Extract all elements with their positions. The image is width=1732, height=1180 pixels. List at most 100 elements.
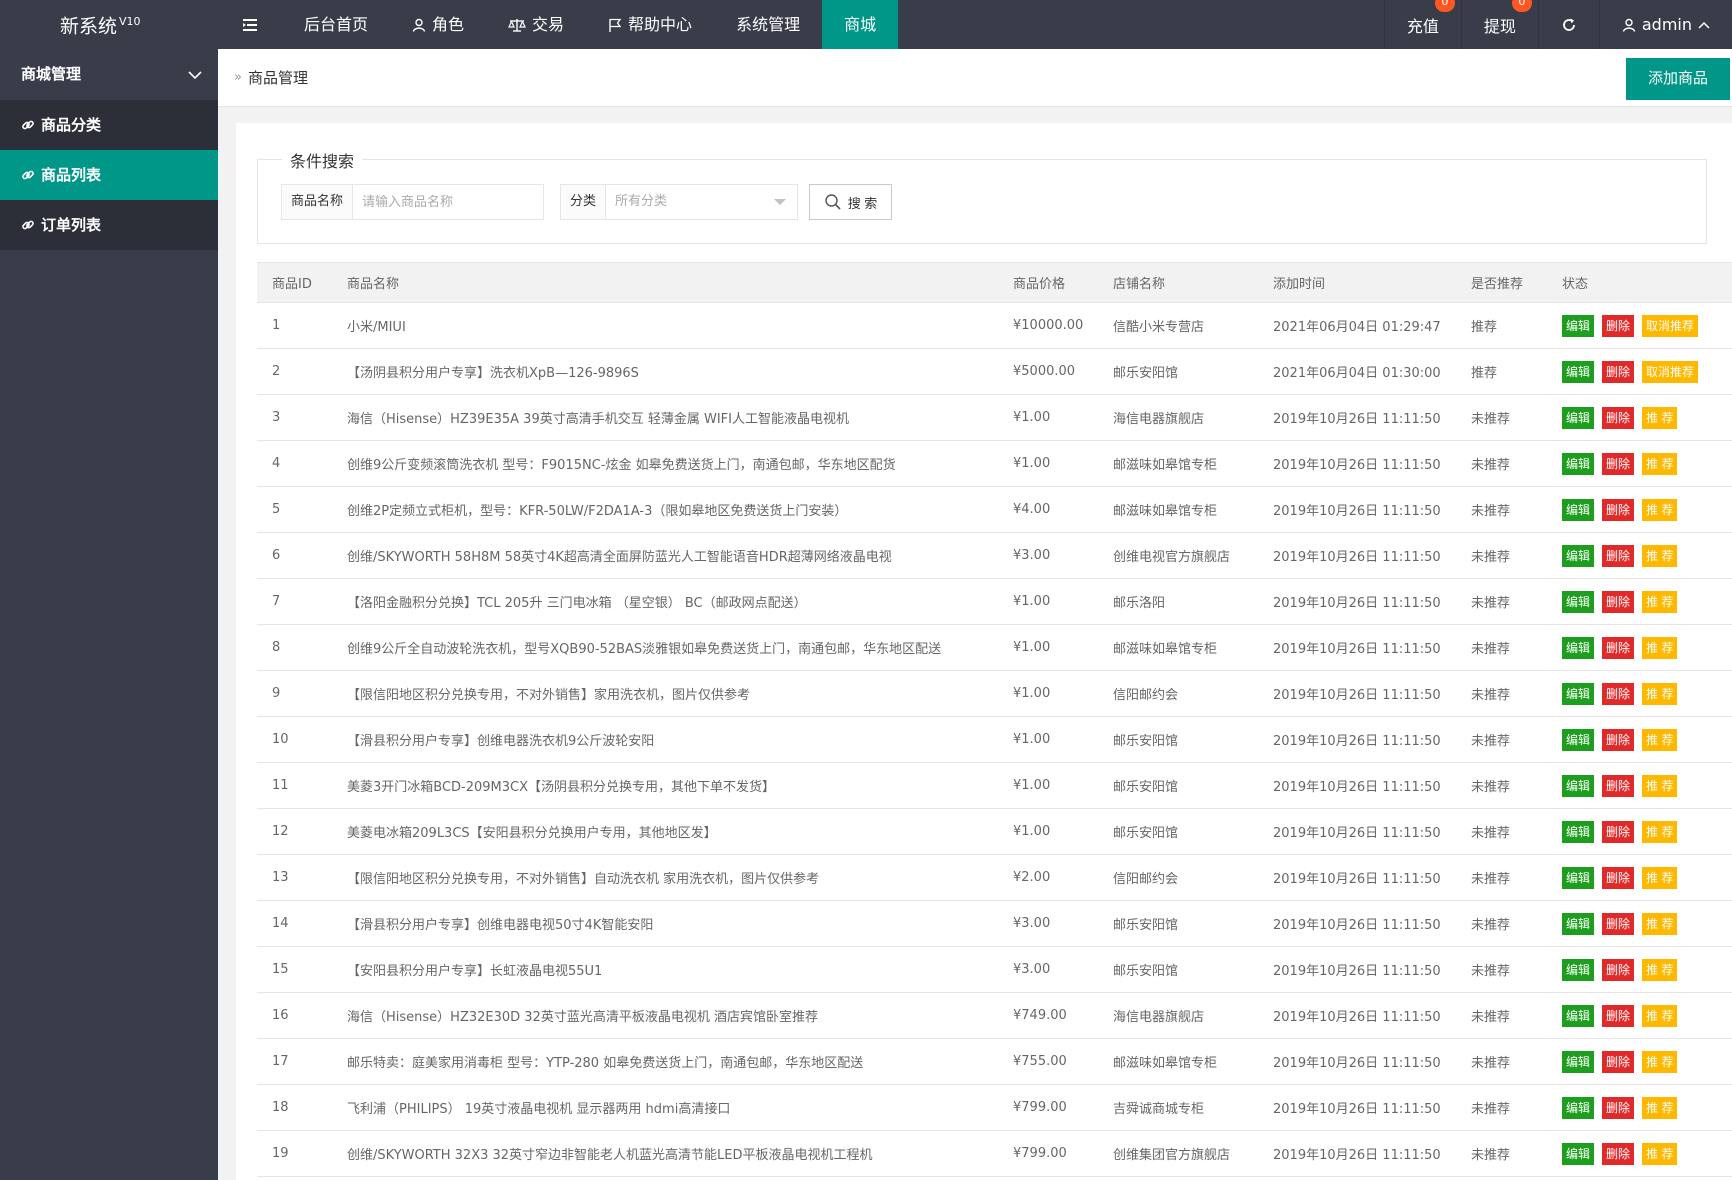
cell-id: 16: [257, 992, 332, 1039]
cell-actions: 编辑 删除推 荐: [1547, 440, 1732, 487]
caret-down-icon: [774, 199, 787, 205]
nav-home[interactable]: 后台首页: [282, 0, 390, 49]
edit-button[interactable]: 编辑: [1562, 958, 1595, 981]
edit-button[interactable]: 编辑: [1562, 1004, 1595, 1027]
edit-button[interactable]: 编辑: [1562, 1096, 1595, 1119]
edit-button[interactable]: 编辑: [1562, 636, 1595, 659]
cell-name: 【限信阳地区积分兑换专用，不对外销售】自动洗衣机 家用洗衣机，图片仅供参考: [332, 854, 998, 901]
refresh-icon[interactable]: [1537, 0, 1599, 49]
edit-button[interactable]: 编辑: [1562, 728, 1595, 751]
product-name-input[interactable]: [353, 185, 543, 219]
nav-system[interactable]: 系统管理: [714, 0, 822, 49]
delete-button[interactable]: 删除: [1602, 590, 1635, 613]
recharge-button[interactable]: 充值 0: [1383, 0, 1461, 49]
unrecommend-button[interactable]: 取消推荐: [1642, 314, 1699, 337]
delete-button[interactable]: 删除: [1602, 1142, 1635, 1165]
sidebar-group-mall[interactable]: 商城管理: [0, 49, 218, 100]
table-row: 5 创维2P定频立式柜机，型号：KFR-50LW/F2DA1A-3（限如皋地区免费…: [257, 486, 1732, 533]
edit-button[interactable]: 编辑: [1562, 452, 1595, 475]
recommend-button[interactable]: 推 荐: [1642, 590, 1678, 613]
sidebar-item-orders[interactable]: 订单列表: [0, 200, 218, 250]
edit-button[interactable]: 编辑: [1562, 912, 1595, 935]
nav-role[interactable]: 角色: [390, 0, 486, 49]
cell-id: 9: [257, 670, 332, 717]
category-select[interactable]: 所有分类: [606, 185, 796, 219]
user-name: admin: [1641, 15, 1692, 34]
delete-button[interactable]: 删除: [1602, 406, 1635, 429]
delete-button[interactable]: 删除: [1602, 1050, 1635, 1073]
delete-button[interactable]: 删除: [1602, 912, 1635, 935]
main-panel: 条件搜索 商品名称 分类 所有分类 搜 索 商品ID 商品名称 商品价格 店铺: [236, 123, 1732, 1180]
cell-time: 2019年10月26日 11:11:50: [1258, 1130, 1456, 1177]
recommend-button[interactable]: 推 荐: [1642, 636, 1678, 659]
sidebar-item-category[interactable]: 商品分类: [0, 100, 218, 150]
delete-button[interactable]: 删除: [1602, 774, 1635, 797]
recommend-button[interactable]: 推 荐: [1642, 866, 1678, 889]
edit-button[interactable]: 编辑: [1562, 774, 1595, 797]
delete-button[interactable]: 删除: [1602, 1004, 1635, 1027]
cell-shop: 邮乐安阳馆: [1098, 900, 1258, 947]
delete-button[interactable]: 删除: [1602, 958, 1635, 981]
add-product-button[interactable]: 添加商品: [1626, 58, 1730, 100]
recommend-button[interactable]: 推 荐: [1642, 452, 1678, 475]
nav-help[interactable]: 帮助中心: [586, 0, 714, 49]
edit-button[interactable]: 编辑: [1562, 1142, 1595, 1165]
user-menu[interactable]: admin: [1598, 0, 1732, 49]
delete-button[interactable]: 删除: [1602, 728, 1635, 751]
recommend-button[interactable]: 推 荐: [1642, 682, 1678, 705]
delete-button[interactable]: 删除: [1602, 636, 1635, 659]
cell-shop: 海信电器旗舰店: [1098, 992, 1258, 1039]
delete-button[interactable]: 删除: [1602, 544, 1635, 567]
delete-button[interactable]: 删除: [1602, 820, 1635, 843]
delete-button[interactable]: 删除: [1602, 360, 1635, 383]
recommend-button[interactable]: 推 荐: [1642, 1050, 1678, 1073]
nav-trade[interactable]: 交易: [486, 0, 586, 49]
recommend-button[interactable]: 推 荐: [1642, 912, 1678, 935]
delete-button[interactable]: 删除: [1602, 866, 1635, 889]
cell-recommend: 未推荐: [1456, 532, 1547, 579]
recommend-button[interactable]: 推 荐: [1642, 1004, 1678, 1027]
edit-button[interactable]: 编辑: [1562, 544, 1595, 567]
edit-button[interactable]: 编辑: [1562, 360, 1595, 383]
recommend-button[interactable]: 推 荐: [1642, 958, 1678, 981]
delete-button[interactable]: 删除: [1602, 314, 1635, 337]
cell-name: 【滑县积分用户专享】创维电器电视50寸4K智能安阳: [332, 900, 998, 947]
edit-button[interactable]: 编辑: [1562, 590, 1595, 613]
edit-button[interactable]: 编辑: [1562, 314, 1595, 337]
table-row: 3 海信（Hisense）HZ39E35A 39英寸高清手机交互 轻薄金属 WIF…: [257, 394, 1732, 441]
cell-name: 美菱3开门冰箱BCD-209M3CX【汤阴县积分兑换专用，其他下单不发货】: [332, 762, 998, 809]
cell-price: ¥799.00: [998, 1084, 1098, 1131]
sidebar-item-product-list[interactable]: 商品列表: [0, 150, 218, 200]
recommend-button[interactable]: 推 荐: [1642, 544, 1678, 567]
recommend-button[interactable]: 推 荐: [1642, 1142, 1678, 1165]
edit-button[interactable]: 编辑: [1562, 820, 1595, 843]
menu-toggle-icon[interactable]: [218, 0, 282, 49]
cell-shop: 信酷小米专营店: [1098, 302, 1258, 349]
cell-name: 【洛阳金融积分兑换】TCL 205升 三门电冰箱 （星空银） BC（邮政网点配送…: [332, 578, 998, 625]
recommend-button[interactable]: 推 荐: [1642, 774, 1678, 797]
withdraw-button[interactable]: 提现 0: [1460, 0, 1538, 49]
recommend-button[interactable]: 推 荐: [1642, 406, 1678, 429]
cell-shop: 邮滋味如皋馆专柜: [1098, 624, 1258, 671]
recommend-button[interactable]: 推 荐: [1642, 1096, 1678, 1119]
edit-button[interactable]: 编辑: [1562, 682, 1595, 705]
cell-shop: 邮滋味如皋馆专柜: [1098, 486, 1258, 533]
delete-button[interactable]: 删除: [1602, 498, 1635, 521]
table-row: 7 【洛阳金融积分兑换】TCL 205升 三门电冰箱 （星空银） BC（邮政网点配…: [257, 578, 1732, 625]
table-row: 19 创维/SKYWORTH 32X3 32英寸窄边非智能老人机蓝光高清节能LED…: [257, 1130, 1732, 1177]
edit-button[interactable]: 编辑: [1562, 1050, 1595, 1073]
delete-button[interactable]: 删除: [1602, 452, 1635, 475]
brand-version: V10: [119, 15, 141, 28]
delete-button[interactable]: 删除: [1602, 682, 1635, 705]
recommend-button[interactable]: 推 荐: [1642, 820, 1678, 843]
recommend-button[interactable]: 推 荐: [1642, 498, 1678, 521]
recommend-button[interactable]: 推 荐: [1642, 728, 1678, 751]
unrecommend-button[interactable]: 取消推荐: [1642, 360, 1699, 383]
delete-button[interactable]: 删除: [1602, 1096, 1635, 1119]
nav-mall[interactable]: 商城: [822, 0, 899, 49]
search-button[interactable]: 搜 索: [809, 184, 892, 220]
edit-button[interactable]: 编辑: [1562, 406, 1595, 429]
edit-button[interactable]: 编辑: [1562, 498, 1595, 521]
edit-button[interactable]: 编辑: [1562, 866, 1595, 889]
table-row: 9 【限信阳地区积分兑换专用，不对外销售】家用洗衣机，图片仅供参考 ¥1.00 信阳邮…: [257, 670, 1732, 717]
